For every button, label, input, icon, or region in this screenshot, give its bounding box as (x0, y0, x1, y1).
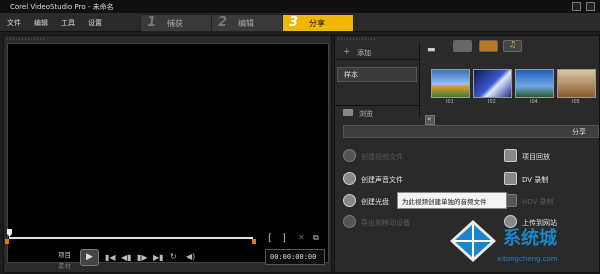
step-share[interactable]: 3 分享 (282, 14, 354, 32)
collapse-panel-button[interactable]: « (425, 115, 435, 125)
browse-icon (343, 109, 353, 116)
watermark-text: 系统城 (503, 228, 557, 249)
step-label: 编辑 (238, 19, 254, 28)
create-sound-file-icon[interactable] (343, 172, 356, 185)
mark-out-marker[interactable] (252, 239, 256, 244)
watermark-logo-icon (450, 220, 496, 262)
create-video-file-icon[interactable] (343, 149, 356, 162)
add-icon[interactable]: + (343, 47, 351, 57)
menu-bar: 文件 编辑 工具 设置 1 捕获 2 编辑 3 分享 (0, 13, 600, 32)
thumbnail-caption: I01 (446, 99, 454, 105)
watermark-url: xitongcheng.com (497, 255, 558, 263)
step-number: 1 (147, 15, 157, 30)
share-header-label: 分享 (572, 128, 586, 136)
clip-mode-label[interactable]: 素材 (58, 260, 71, 270)
mark-in-marker[interactable] (5, 239, 9, 244)
video-preview (7, 43, 329, 263)
title-bar: Corel VideoStudio Pro - 未命名 (0, 0, 600, 13)
create-video-file-option[interactable]: 创建视频文件 (361, 152, 403, 162)
folder-icon[interactable]: ▬ (427, 45, 436, 55)
play-icon: ▶ (86, 252, 93, 262)
add-folder-button[interactable]: 添加 (357, 48, 371, 58)
window-title: Corel VideoStudio Pro - 未命名 (10, 3, 114, 11)
show-videos-button[interactable] (453, 40, 472, 52)
divider (335, 59, 419, 60)
enlarge-icon[interactable]: ⧉ (313, 233, 319, 243)
double-chevron-left-icon: « (427, 115, 432, 123)
project-mode-label[interactable]: 项目 (58, 249, 71, 259)
export-mobile-option[interactable]: 导出到移动设备 (361, 218, 410, 228)
dv-record-option[interactable]: DV 录制 (522, 175, 548, 185)
create-disc-icon[interactable] (343, 194, 356, 207)
step-label: 捕获 (167, 19, 183, 28)
sample-folder[interactable]: 样本 (337, 67, 417, 82)
step-edit[interactable]: 2 编辑 (211, 14, 283, 32)
thumbnail-caption: I02 (488, 99, 496, 105)
menu-tools[interactable]: 工具 (61, 18, 75, 28)
close-icon[interactable] (586, 2, 595, 11)
share-header: 分享 (343, 125, 599, 138)
mark-out-button[interactable]: ] (282, 233, 286, 244)
repeat-icon[interactable]: ↻ (170, 252, 177, 261)
end-icon[interactable]: ▶▮ (153, 253, 164, 262)
dv-record-icon[interactable] (504, 172, 517, 185)
menu-file[interactable]: 文件 (7, 18, 21, 28)
panel-grip[interactable] (6, 38, 46, 40)
hdv-record-option[interactable]: HDV 录制 (522, 197, 554, 207)
thumbnail-caption: I05 (572, 99, 580, 105)
scrubber-track[interactable] (9, 237, 253, 239)
previous-frame-icon[interactable]: ◀▮ (121, 253, 132, 262)
tooltip-text: 为此视频创建单独的音频文件 (402, 198, 487, 206)
library-divider (419, 42, 420, 118)
thumbnail-i02[interactable] (473, 69, 512, 98)
minimize-icon[interactable] (572, 2, 581, 11)
step-number: 2 (218, 15, 228, 30)
thumbnail-i01[interactable] (431, 69, 470, 98)
create-disc-option[interactable]: 创建光盘 (361, 197, 389, 207)
play-button[interactable]: ▶ (80, 249, 99, 266)
thumbnail-i04[interactable] (515, 69, 554, 98)
volume-icon[interactable]: ◀) (186, 252, 195, 261)
show-audio-button[interactable]: ♫ (503, 40, 522, 52)
project-playback-icon[interactable] (504, 149, 517, 162)
split-clip-icon[interactable]: ✕ (298, 233, 305, 242)
browse-button[interactable]: 浏览 (359, 109, 373, 119)
thumbnail-i05[interactable] (557, 69, 596, 98)
menu-settings[interactable]: 设置 (88, 18, 102, 28)
sample-folder-label: 样本 (344, 71, 358, 79)
divider (335, 105, 419, 106)
project-playback-option[interactable]: 项目回放 (522, 152, 550, 162)
step-number: 3 (289, 15, 299, 30)
panel-grip[interactable] (337, 38, 377, 40)
show-photos-button[interactable] (479, 40, 498, 52)
mark-in-button[interactable]: [ (268, 233, 272, 244)
thumbnail-caption: I04 (530, 99, 538, 105)
timecode-display[interactable]: 00:00:00:00 (265, 249, 325, 265)
music-note-icon: ♫ (509, 40, 517, 49)
timecode-text: 00:00:00:00 (270, 253, 317, 261)
menu-edit[interactable]: 编辑 (34, 18, 48, 28)
next-frame-icon[interactable]: ▮▶ (137, 253, 148, 262)
tooltip: 为此视频创建单独的音频文件 (397, 192, 507, 209)
export-mobile-icon[interactable] (343, 215, 356, 228)
create-sound-file-option[interactable]: 创建声音文件 (361, 175, 403, 185)
home-icon[interactable]: ▮◀ (105, 253, 116, 262)
step-capture[interactable]: 1 捕获 (140, 14, 212, 32)
step-label: 分享 (309, 19, 325, 28)
